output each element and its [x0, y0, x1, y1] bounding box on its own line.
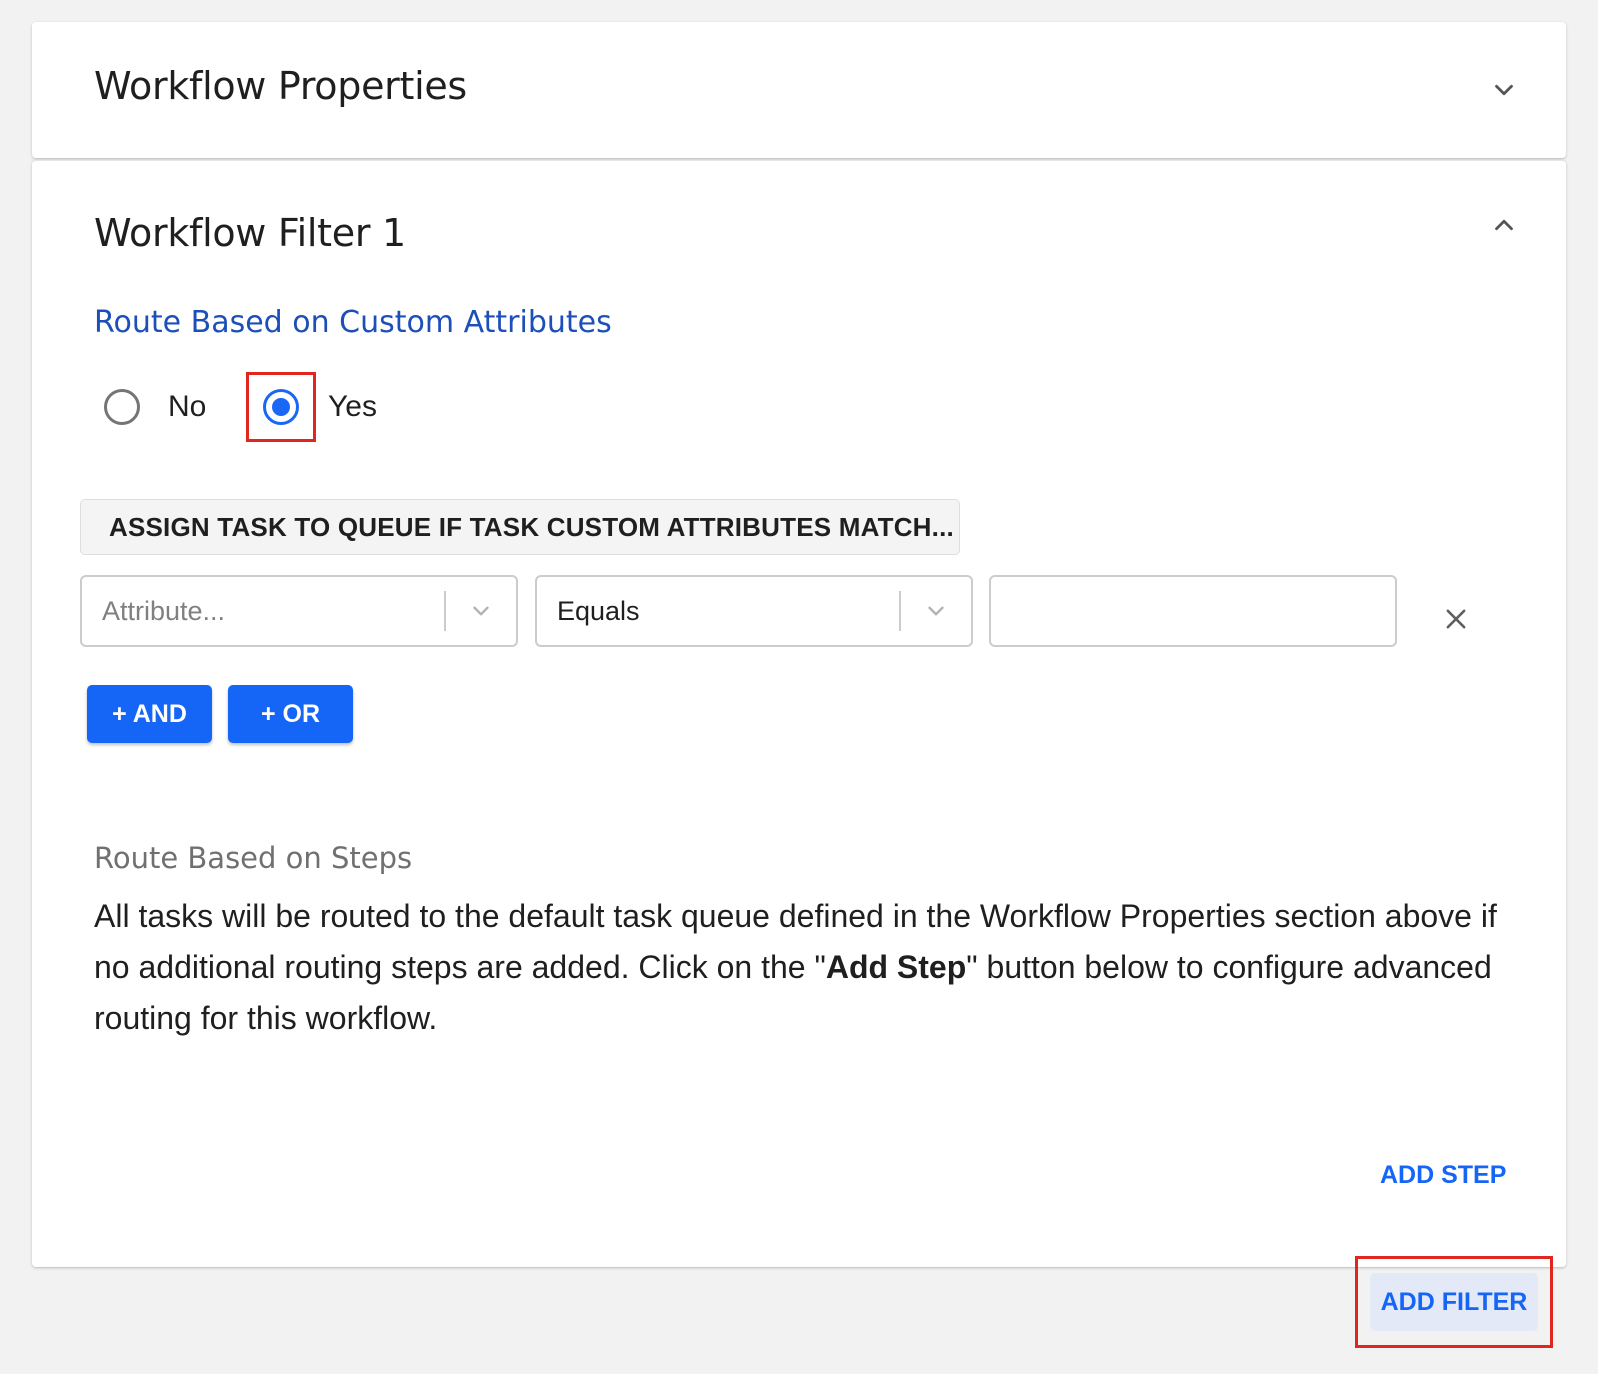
radio-no-circle[interactable] — [104, 389, 140, 425]
radio-yes-circle[interactable] — [263, 389, 299, 425]
highlight-box: ADD FILTER — [1355, 1256, 1553, 1348]
attribute-select-placeholder: Attribute... — [102, 595, 226, 626]
radio-yes-label: Yes — [328, 390, 377, 423]
attribute-dropdown-button[interactable] — [446, 598, 516, 624]
operator-dropdown-button[interactable] — [901, 598, 971, 624]
attribute-value-input[interactable] — [989, 575, 1397, 647]
chevron-down-icon — [928, 606, 944, 616]
workflow-filter-panel: Workflow Filter 1 Route Based on Custom … — [32, 160, 1566, 1267]
workflow-properties-title: Workflow Properties — [94, 64, 467, 108]
attribute-select[interactable]: Attribute... — [80, 575, 518, 647]
workflow-filter-title: Workflow Filter 1 — [94, 211, 406, 255]
condition-header: ASSIGN TASK TO QUEUE IF TASK CUSTOM ATTR… — [80, 499, 960, 555]
custom-attributes-radio-group: No Yes — [104, 371, 424, 443]
close-icon — [1446, 609, 1466, 629]
add-step-button[interactable]: ADD STEP — [1372, 1157, 1514, 1194]
custom-attributes-heading: Route Based on Custom Attributes — [94, 305, 612, 340]
chevron-down-icon — [1495, 84, 1513, 96]
steps-description-bold: Add Step — [825, 949, 967, 985]
collapse-filter-button[interactable] — [1486, 207, 1522, 243]
steps-description: All tasks will be routed to the default … — [94, 891, 1514, 1044]
radio-no-label: No — [168, 390, 207, 423]
remove-condition-button[interactable] — [1436, 599, 1476, 639]
radio-option-yes[interactable]: Yes — [246, 371, 377, 443]
chevron-up-icon — [1495, 219, 1513, 231]
steps-heading: Route Based on Steps — [94, 841, 413, 875]
chevron-down-icon — [473, 606, 489, 616]
highlight-box — [246, 372, 316, 442]
radio-option-no[interactable]: No — [104, 371, 206, 443]
add-filter-button[interactable]: ADD FILTER — [1370, 1273, 1538, 1331]
workflow-properties-panel: Workflow Properties — [32, 22, 1566, 158]
expand-properties-button[interactable] — [1486, 72, 1522, 108]
add-or-condition-button[interactable]: + OR — [228, 685, 353, 743]
add-and-condition-button[interactable]: + AND — [87, 685, 212, 743]
operator-select[interactable]: Equals — [535, 575, 973, 647]
operator-select-value: Equals — [557, 595, 640, 626]
